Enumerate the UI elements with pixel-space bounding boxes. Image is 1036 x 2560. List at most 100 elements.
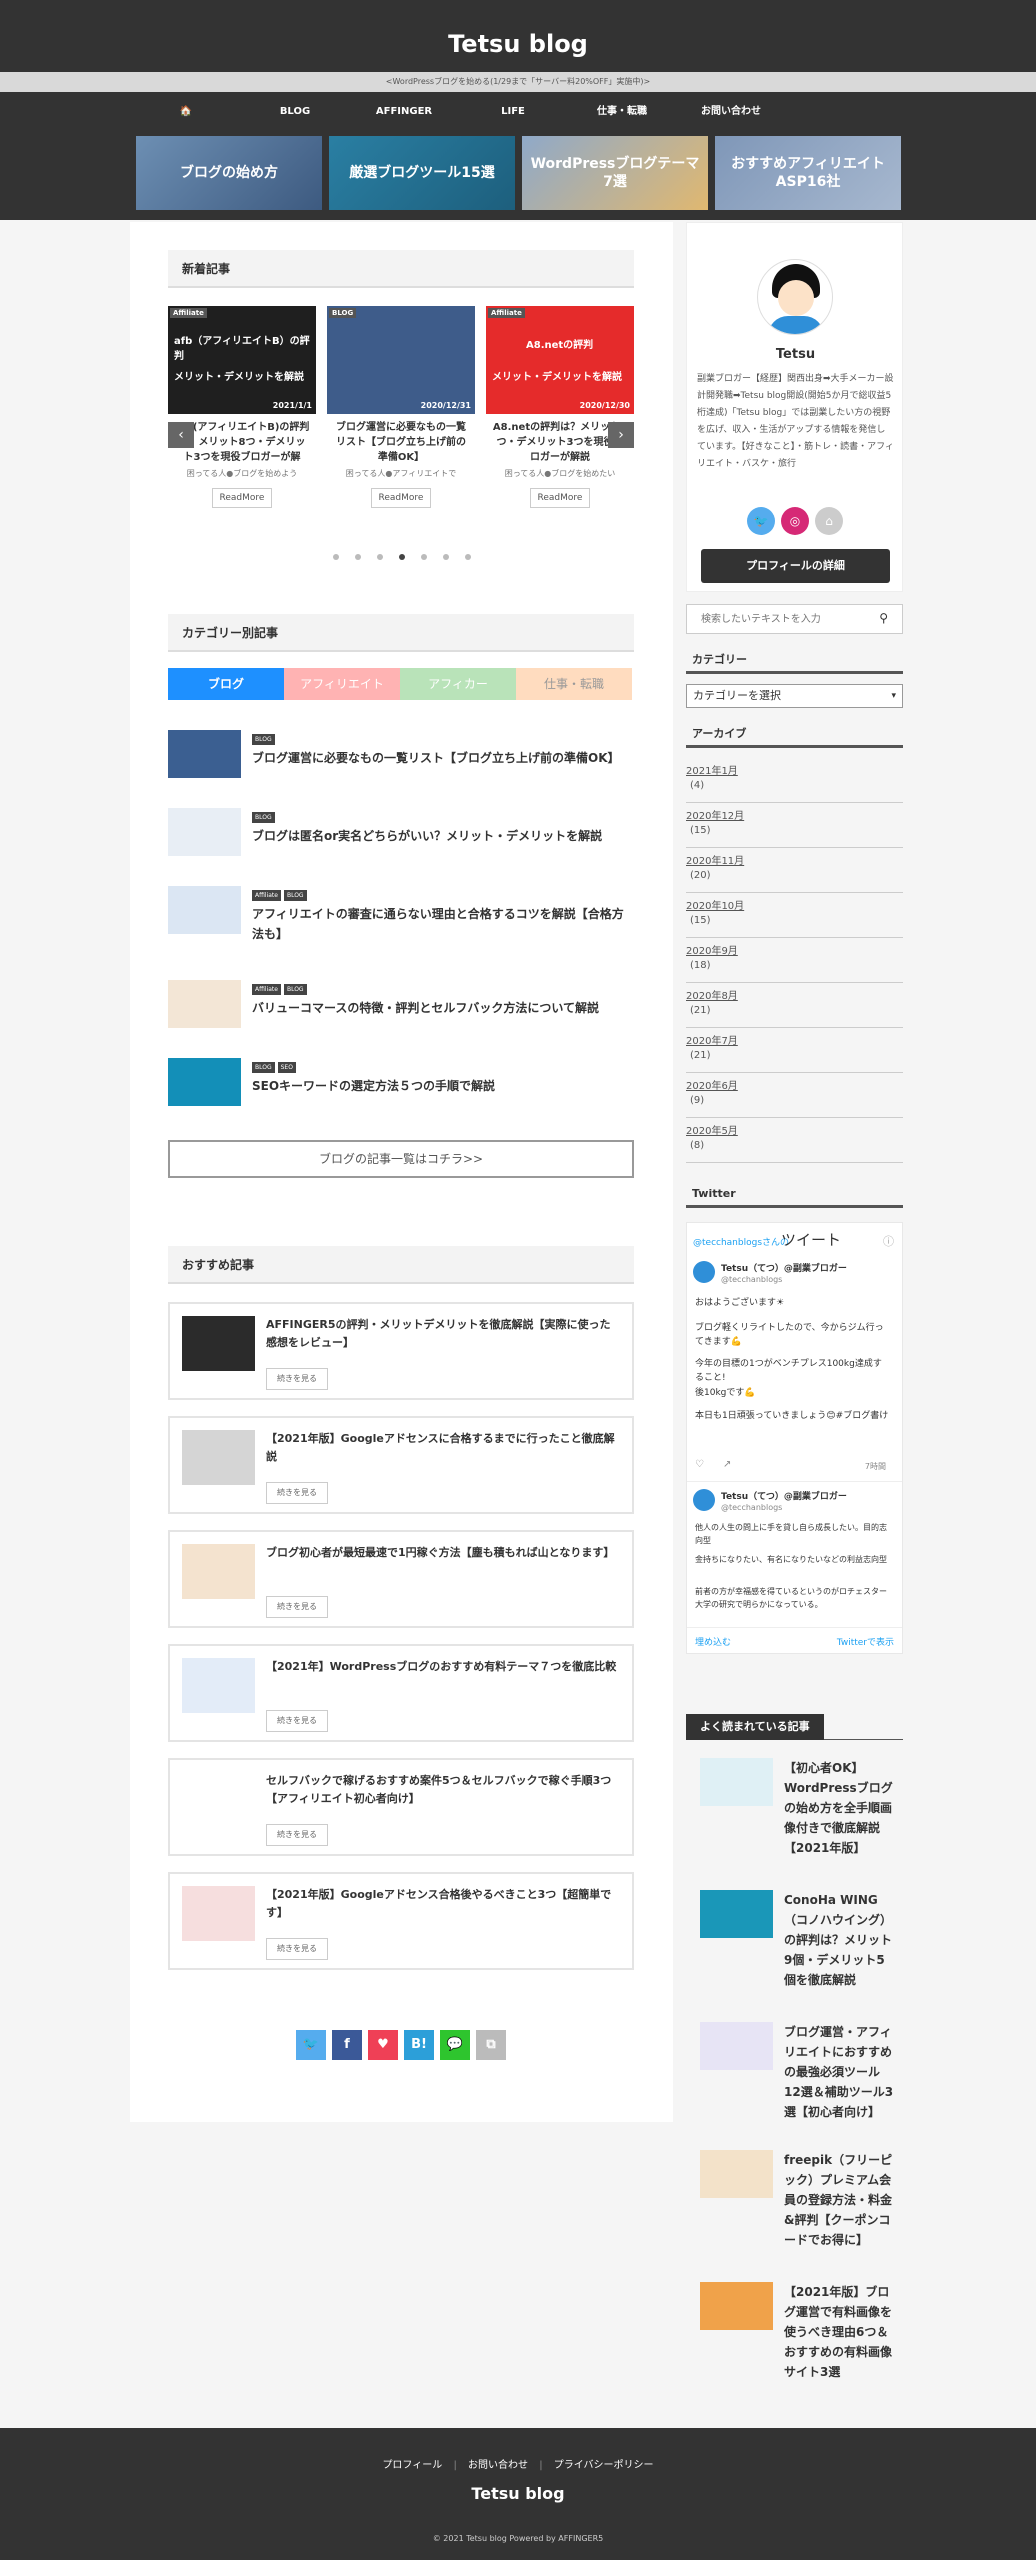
- footer-link-privacy[interactable]: プライバシーポリシー: [554, 2460, 654, 2471]
- tag[interactable]: BLOG: [252, 812, 275, 823]
- continue-button[interactable]: 続きを見る: [266, 1824, 328, 1846]
- popular-post[interactable]: 【2021年版】ブログ運営で有料画像を使うべき理由6つ＆おすすめの有料画像サイト…: [700, 2282, 900, 2406]
- home-icon[interactable]: 🏠: [136, 102, 236, 122]
- announcement-bar[interactable]: <WordPressブログを始める(1/29まで「サーバー料20%OFF」実施中…: [0, 72, 1036, 92]
- continue-button[interactable]: 続きを見る: [266, 1710, 328, 1732]
- tab-career[interactable]: 仕事・転職: [516, 668, 632, 700]
- nav-item-career[interactable]: 仕事・転職: [572, 102, 672, 122]
- post-title[interactable]: セルフバックで稼げるおすすめ案件5つ＆セルフバックで稼ぐ手順3つ【アフィリエイト…: [266, 1772, 621, 1808]
- archive-item[interactable]: 2020年11月 (20): [686, 848, 903, 893]
- readmore-button[interactable]: ReadMore: [212, 488, 272, 508]
- post-title[interactable]: 【2021年版】Googleアドセンスに合格するまでに行ったこと徹底解説: [266, 1430, 621, 1466]
- post-title[interactable]: AFFINGER5の評判・メリットデメリットを徹底解説【実際に使った感想をレビュ…: [266, 1316, 621, 1352]
- slider-next-icon[interactable]: ›: [608, 422, 634, 448]
- profile-detail-button[interactable]: プロフィールの詳細: [701, 549, 890, 583]
- post-thumbnail[interactable]: [168, 1058, 241, 1106]
- slider-prev-icon[interactable]: ‹: [168, 422, 194, 448]
- tag[interactable]: Affiliate: [252, 984, 281, 995]
- archive-month[interactable]: 2020年12月: [686, 807, 744, 822]
- archive-month[interactable]: 2020年7月: [686, 1032, 738, 1047]
- archive-item[interactable]: 2020年9月 (18): [686, 938, 903, 983]
- category-post-item[interactable]: BLOG ブログ運営に必要なもの一覧リスト【ブログ立ち上げ前の準備OK】: [168, 730, 634, 790]
- search-icon[interactable]: ⚲: [879, 611, 888, 625]
- card-thumbnail[interactable]: Affiliate A8.netの評判 メリット・デメリットを解説 2020/1…: [486, 306, 634, 414]
- nav-item-life[interactable]: LIFE: [463, 102, 563, 122]
- archive-month[interactable]: 2020年11月: [686, 852, 744, 867]
- post-title[interactable]: ブログ初心者が最短最速で1円稼ぐ方法【塵も積もれば山となります】: [266, 1544, 621, 1562]
- post-thumbnail[interactable]: [700, 1758, 773, 1806]
- facebook-icon[interactable]: f: [332, 2030, 362, 2060]
- post-title[interactable]: ブログ運営・アフィリエイトにおすすめの最強必須ツール12選＆補助ツール3選【初心…: [784, 2022, 896, 2122]
- post-title[interactable]: 【2021年版】ブログ運営で有料画像を使うべき理由6つ＆おすすめの有料画像サイト…: [784, 2282, 896, 2382]
- post-thumbnail[interactable]: [700, 2022, 773, 2070]
- popular-post[interactable]: ブログ運営・アフィリエイトにおすすめの最強必須ツール12選＆補助ツール3選【初心…: [700, 2022, 900, 2146]
- slider-dot[interactable]: [421, 554, 427, 560]
- continue-button[interactable]: 続きを見る: [266, 1938, 328, 1960]
- category-post-item[interactable]: BLOG ブログは匿名or実名どちらがいい？メリット・デメリットを解説: [168, 808, 634, 868]
- share-icon[interactable]: ↗: [723, 1459, 731, 1470]
- heart-icon[interactable]: ♡: [695, 1459, 704, 1470]
- banner-affiliate-asp[interactable]: おすすめアフィリエイトASP16社: [715, 136, 901, 210]
- popular-post[interactable]: freepik（フリーピック）プレミアム会員の登録方法・料金&評判【クーポンコー…: [700, 2150, 900, 2274]
- recommended-item[interactable]: 【2021年】WordPressブログのおすすめ有料テーマ７つを徹底比較 続きを…: [168, 1644, 634, 1742]
- post-title[interactable]: ConoHa WING（コノハウイング）の評判は？メリット9個・デメリット5個を…: [784, 1890, 896, 1990]
- continue-button[interactable]: 続きを見る: [266, 1596, 328, 1618]
- card-tag[interactable]: Affiliate: [488, 308, 525, 318]
- twitter-icon[interactable]: 🐦: [296, 2030, 326, 2060]
- category-post-item[interactable]: BLOG SEO SEOキーワードの選定方法５つの手順で解説: [168, 1058, 634, 1118]
- slider-dot[interactable]: [443, 554, 449, 560]
- slider-dot[interactable]: [333, 554, 339, 560]
- archive-month[interactable]: 2020年10月: [686, 897, 744, 912]
- tag[interactable]: BLOG: [283, 890, 307, 901]
- archive-month[interactable]: 2020年8月: [686, 987, 738, 1002]
- new-post-card[interactable]: Affiliate A8.netの評判 メリット・デメリットを解説 2020/1…: [486, 306, 634, 526]
- readmore-button[interactable]: ReadMore: [530, 488, 590, 508]
- archive-month[interactable]: 2020年6月: [686, 1077, 738, 1092]
- post-title[interactable]: ブログ運営に必要なもの一覧リスト【ブログ立ち上げ前の準備OK】: [252, 748, 632, 768]
- continue-button[interactable]: 続きを見る: [266, 1368, 328, 1390]
- recommended-item[interactable]: 【2021年版】Googleアドセンスに合格するまでに行ったこと徹底解説 続きを…: [168, 1416, 634, 1514]
- card-tag[interactable]: BLOG: [329, 308, 357, 318]
- post-title[interactable]: SEOキーワードの選定方法５つの手順で解説: [252, 1076, 632, 1096]
- post-title[interactable]: 【初心者OK】WordPressブログの始め方を全手順画像付きで徹底解説【202…: [784, 1758, 896, 1858]
- post-title[interactable]: 【2021年版】Googleアドセンス合格後やるべきこと3つ【超簡単です】: [266, 1886, 621, 1922]
- copy-icon[interactable]: ⧉: [476, 2030, 506, 2060]
- archive-item[interactable]: 2020年10月 (15): [686, 893, 903, 938]
- recommended-item[interactable]: ブログ初心者が最短最速で1円稼ぐ方法【塵も積もれば山となります】 続きを見る: [168, 1530, 634, 1628]
- card-thumbnail[interactable]: Affiliate afb（アフィリエイトB）の評判 メリット・デメリットを解説…: [168, 306, 316, 414]
- tag[interactable]: BLOG: [252, 1062, 275, 1073]
- footer-title[interactable]: Tetsu blog: [0, 2484, 1036, 2503]
- slider-dot[interactable]: [465, 554, 471, 560]
- banner-blog-start[interactable]: ブログの始め方: [136, 136, 322, 210]
- post-title[interactable]: ブログは匿名or実名どちらがいい？メリット・デメリットを解説: [252, 826, 632, 846]
- archive-item[interactable]: 2020年6月 (9): [686, 1073, 903, 1118]
- category-post-item[interactable]: Affiliate BLOG アフィリエイトの審査に通らない理由と合格するコツを解…: [168, 886, 634, 946]
- nav-item-blog[interactable]: BLOG: [245, 102, 345, 122]
- tab-blog[interactable]: ブログ: [168, 668, 284, 700]
- twitter-icon[interactable]: 🐦: [747, 507, 775, 535]
- footer-link-contact[interactable]: お問い合わせ: [468, 2460, 528, 2471]
- site-title[interactable]: Tetsu blog: [0, 30, 1036, 58]
- home-icon[interactable]: ⌂: [815, 507, 843, 535]
- card-title[interactable]: afb(アフィリエイトB)の評判は？メリット8つ・デメリット3つを現役ブロガーが…: [174, 420, 310, 465]
- banner-blog-tools[interactable]: 厳選ブログツール15選: [329, 136, 515, 210]
- archive-month[interactable]: 2020年9月: [686, 942, 738, 957]
- post-thumbnail[interactable]: [182, 1886, 255, 1941]
- slider-dot-active[interactable]: [399, 554, 405, 560]
- post-title[interactable]: アフィリエイトの審査に通らない理由と合格するコツを解説【合格方法も】: [252, 904, 632, 944]
- embed-link[interactable]: 埋め込む: [695, 1635, 731, 1648]
- post-thumbnail[interactable]: [168, 980, 241, 1028]
- archive-item[interactable]: 2020年7月 (21): [686, 1028, 903, 1073]
- tag[interactable]: Affiliate: [252, 890, 281, 901]
- post-thumbnail[interactable]: [168, 886, 241, 934]
- tweet-author[interactable]: Tetsu（てつ）@副業ブロガー: [721, 1261, 847, 1274]
- popular-post[interactable]: ConoHa WING（コノハウイング）の評判は？メリット9個・デメリット5個を…: [700, 1890, 900, 2014]
- recommended-item[interactable]: AFFINGER5の評判・メリットデメリットを徹底解説【実際に使った感想をレビュ…: [168, 1302, 634, 1400]
- continue-button[interactable]: 続きを見る: [266, 1482, 328, 1504]
- post-thumbnail[interactable]: [182, 1772, 255, 1827]
- info-icon[interactable]: ⓘ: [883, 1233, 894, 1249]
- post-thumbnail[interactable]: [182, 1316, 255, 1371]
- tag[interactable]: BLOG: [252, 734, 275, 745]
- popular-post[interactable]: 【初心者OK】WordPressブログの始め方を全手順画像付きで徹底解説【202…: [700, 1758, 900, 1882]
- slider-dot[interactable]: [355, 554, 361, 560]
